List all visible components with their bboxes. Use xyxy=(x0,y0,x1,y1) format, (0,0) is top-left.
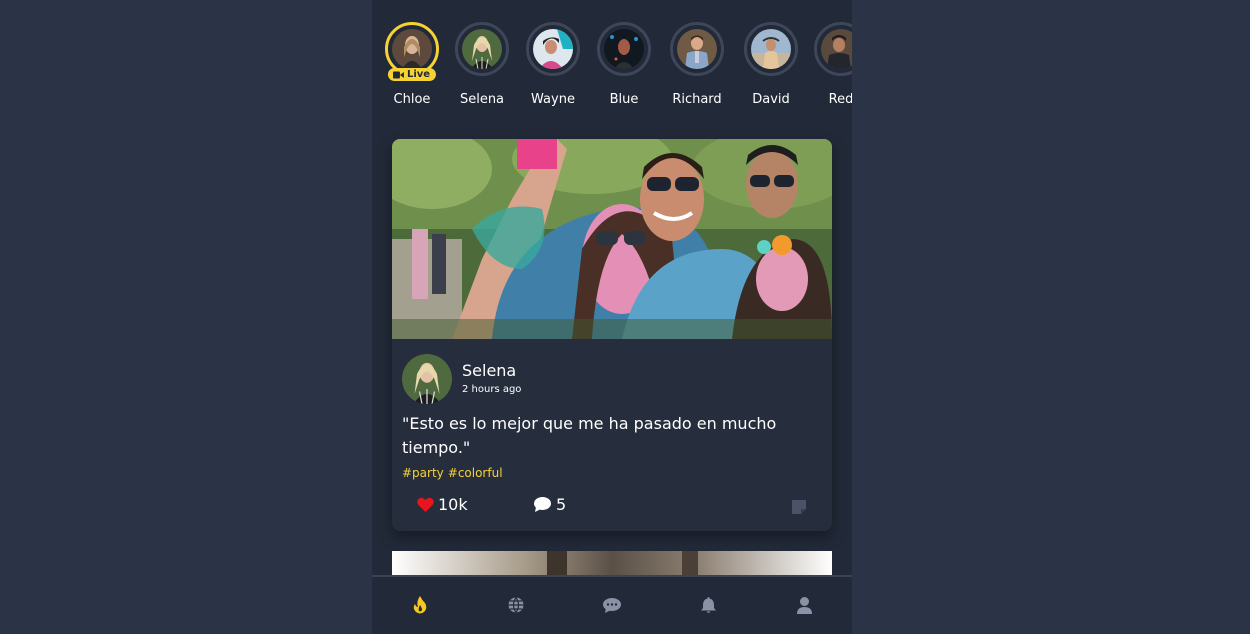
post-card[interactable]: Selena 2 hours ago "Esto es lo mejor que… xyxy=(392,139,832,531)
story-name: Richard xyxy=(672,92,722,107)
like-count: 10k xyxy=(438,495,468,514)
avatar xyxy=(751,29,791,69)
avatar xyxy=(533,29,573,69)
note-icon xyxy=(792,500,806,514)
nav-messages[interactable] xyxy=(600,593,624,617)
story-name: Blue xyxy=(609,92,639,107)
post-caption: "Esto es lo mejor que me ha pasado en mu… xyxy=(402,414,777,457)
comment-button[interactable]: 5 xyxy=(534,495,566,514)
live-label: Live xyxy=(406,69,431,80)
post-tags: #party #colorful xyxy=(402,466,507,480)
nav-notifications[interactable] xyxy=(696,593,720,617)
story-ring xyxy=(744,22,798,76)
user-icon xyxy=(796,596,812,614)
chat-icon xyxy=(603,597,621,613)
heart-icon xyxy=(417,497,434,512)
avatar xyxy=(677,29,717,69)
avatar xyxy=(462,29,502,69)
avatar xyxy=(821,29,852,69)
nav-explore[interactable] xyxy=(504,593,528,617)
story-blue[interactable]: Blue xyxy=(584,22,664,107)
post-timestamp: 2 hours ago xyxy=(462,384,522,395)
story-red[interactable]: Red xyxy=(801,22,852,107)
post-image[interactable] xyxy=(392,139,832,339)
hashtag-link[interactable]: #party xyxy=(402,466,444,480)
author-name[interactable]: Selena xyxy=(462,361,516,380)
live-badge: Live xyxy=(387,68,437,81)
story-name: Chloe xyxy=(393,92,431,107)
nav-trending[interactable] xyxy=(408,593,432,617)
story-ring xyxy=(455,22,509,76)
like-button[interactable]: 10k xyxy=(417,495,468,514)
bottom-nav xyxy=(372,575,852,634)
feed-screen: Live Chloe Selena Wayne Blue Richard Dav… xyxy=(372,0,852,634)
story-ring xyxy=(597,22,651,76)
author-avatar[interactable] xyxy=(402,354,452,404)
globe-icon xyxy=(508,597,524,613)
story-name: Wayne xyxy=(531,92,575,107)
story-david[interactable]: David xyxy=(731,22,811,107)
avatar xyxy=(604,29,644,69)
story-wayne[interactable]: Wayne xyxy=(513,22,593,107)
story-chloe[interactable]: Live Chloe xyxy=(372,22,452,107)
save-note-button[interactable] xyxy=(792,499,806,518)
comment-count: 5 xyxy=(556,495,567,514)
story-ring-live: Live xyxy=(385,22,439,81)
nav-profile[interactable] xyxy=(792,593,816,617)
stories-row[interactable]: Live Chloe Selena Wayne Blue Richard Dav… xyxy=(372,0,852,120)
avatar xyxy=(392,29,432,69)
comment-icon xyxy=(534,497,551,512)
story-name: David xyxy=(752,92,790,107)
story-selena[interactable]: Selena xyxy=(442,22,522,107)
flame-icon xyxy=(413,596,427,614)
story-ring xyxy=(670,22,724,76)
bell-icon xyxy=(700,596,716,613)
story-name: Red xyxy=(828,92,852,107)
story-name: Selena xyxy=(459,92,505,107)
video-camera-icon xyxy=(392,71,404,78)
story-richard[interactable]: Richard xyxy=(657,22,737,107)
post-actions: 10k 5 xyxy=(392,495,832,519)
story-ring xyxy=(814,22,852,76)
hashtag-link[interactable]: #colorful xyxy=(448,466,503,480)
story-ring xyxy=(526,22,580,76)
